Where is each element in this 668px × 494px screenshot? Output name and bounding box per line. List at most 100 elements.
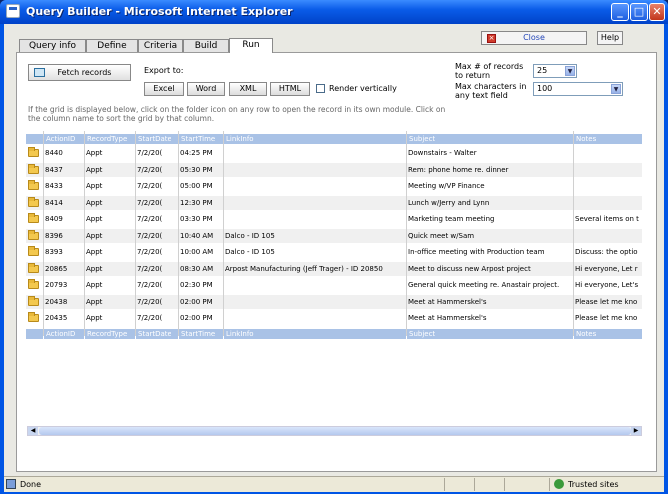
cell-linkinfo [225,311,405,325]
tab-query-info[interactable]: Query info [19,39,86,52]
cell-notes [575,163,642,177]
grid-column-divider [135,131,136,336]
status-divider [474,478,475,491]
cell-recordtype: Appt [86,314,103,322]
results-grid: ActionID RecordType StartDate StartTime … [26,131,642,426]
close-window-button[interactable]: ✕ [649,3,665,21]
cell-notes [575,196,642,210]
cell-actionid: 8393 [45,248,63,256]
folder-icon[interactable] [28,196,39,207]
max-records-select[interactable]: 25 ▼ [533,64,577,78]
folder-icon[interactable] [28,262,39,273]
column-header-actionid[interactable]: ActionID [43,134,83,144]
cell-startdate: 7/2/20( [137,231,163,240]
cell-actionid: 20865 [45,264,68,273]
table-row: 8409 Appt 7/2/20(03:30 PM Marketing team me… [26,212,642,226]
cell-subject: Lunch w/Jerry and Lynn [408,198,490,207]
table-row: 8393 Appt 7/2/20(10:00 AM Dalco - ID 105 In-… [26,245,642,259]
cell-starttime: 12:30 PM [180,198,213,207]
cell-starttime: 10:40 AM [180,231,214,240]
table-row: 8440 Appt 7/2/20(04:25 PM Downstairs - Walt… [26,146,642,160]
cell-subject: Meet at Hammerskel's [408,297,487,306]
render-vertically-checkbox[interactable] [316,84,325,93]
cell-actionid: 8396 [45,231,63,240]
max-records-value: 25 [537,66,548,75]
cell-subject: Rem: phone home re. dinner [408,165,509,174]
tab-criteria[interactable]: Criteria [138,39,183,52]
help-button[interactable]: Help [597,31,623,45]
cell-subject: Downstairs - Walter [408,149,477,157]
close-label: Close [523,33,545,42]
cell-starttime: 03:30 PM [180,215,213,223]
status-divider [549,478,550,491]
close-icon: × [487,34,496,43]
folder-icon[interactable] [28,147,39,157]
cell-subject: In-office meeting with Production team [408,248,545,256]
tab-build[interactable]: Build [183,39,229,52]
cell-linkinfo [225,163,405,177]
ie-window-icon [6,4,20,18]
table-row: 20793 Appt 7/2/20(02:30 PM General quick me… [26,278,642,292]
column-header-recordtype[interactable]: RecordType [84,134,134,144]
horizontal-scrollbar[interactable]: ◀ ▶ [27,426,642,436]
folder-icon[interactable] [28,213,39,223]
minimize-button[interactable]: _ [611,3,629,21]
cell-actionid: 20793 [45,281,68,289]
export-excel-button[interactable]: Excel [144,82,184,96]
cell-recordtype: Appt [86,215,103,223]
column-header-subject[interactable]: Subject [406,134,572,144]
fetch-records-button[interactable]: Fetch records [28,64,131,81]
scroll-right-icon[interactable]: ▶ [631,427,641,435]
close-button[interactable]: × Close [481,31,587,45]
title-bar[interactable]: Query Builder - Microsoft Internet Explo… [0,0,668,24]
cell-linkinfo [225,196,405,210]
cell-actionid: 8433 [45,182,63,190]
export-html-button[interactable]: HTML [270,82,310,96]
cell-recordtype: Appt [86,165,103,174]
column-header-starttime[interactable]: StartTime [178,134,222,144]
cell-startdate: 7/2/20( [137,182,163,190]
max-chars-label: Max characters in any text field [455,82,527,100]
scroll-left-icon[interactable]: ◀ [28,427,38,435]
cell-starttime: 08:30 AM [180,264,214,273]
cell-starttime: 02:00 PM [180,314,213,322]
cell-starttime: 02:00 PM [180,297,213,306]
maximize-button[interactable]: □ [630,3,648,21]
tab-define[interactable]: Define [86,39,138,52]
grid-column-divider [84,131,85,336]
table-row: 8433 Appt 7/2/20(05:00 PM Meeting w/VP Fina… [26,179,642,193]
help-label: Help [600,33,620,42]
folder-icon[interactable] [28,180,39,190]
folder-icon[interactable] [28,246,39,256]
folder-icon[interactable] [28,295,39,306]
cell-notes [575,146,642,160]
export-xml-button[interactable]: XML [229,82,267,96]
cell-starttime: 04:25 PM [180,149,213,157]
cell-linkinfo [225,278,405,292]
folder-icon[interactable] [28,279,39,289]
cell-subject: General quick meeting re. Anastair proje… [408,281,560,289]
folder-icon[interactable] [28,163,39,174]
table-row: 20438 Appt 7/2/20(02:00 PM Meet at Hammersk… [26,294,642,309]
scroll-thumb[interactable] [39,427,631,435]
column-header-notes[interactable]: Notes [573,134,642,144]
status-bar: Done Trusted sites [4,476,664,492]
cell-notes [575,179,642,193]
cell-notes: Several items on t [575,215,639,223]
column-header-startdate[interactable]: StartDate [135,134,171,144]
cell-startdate: 7/2/20( [137,281,163,289]
cell-startdate: 7/2/20( [137,149,163,157]
cell-actionid: 20438 [45,297,68,306]
tab-label: Build [194,41,218,51]
column-header-linkinfo[interactable]: LinkInfo [223,134,405,144]
chevron-down-icon: ▼ [565,66,575,76]
export-word-button[interactable]: Word [187,82,225,96]
cell-recordtype: Appt [86,231,103,240]
tab-run[interactable]: Run [229,38,273,53]
max-chars-select[interactable]: 100 ▼ [533,82,623,96]
cell-linkinfo [225,179,405,193]
footer-recordtype: RecordType [84,329,134,339]
tab-label: Define [97,41,127,51]
folder-icon[interactable] [28,312,39,322]
folder-icon[interactable] [28,229,39,240]
